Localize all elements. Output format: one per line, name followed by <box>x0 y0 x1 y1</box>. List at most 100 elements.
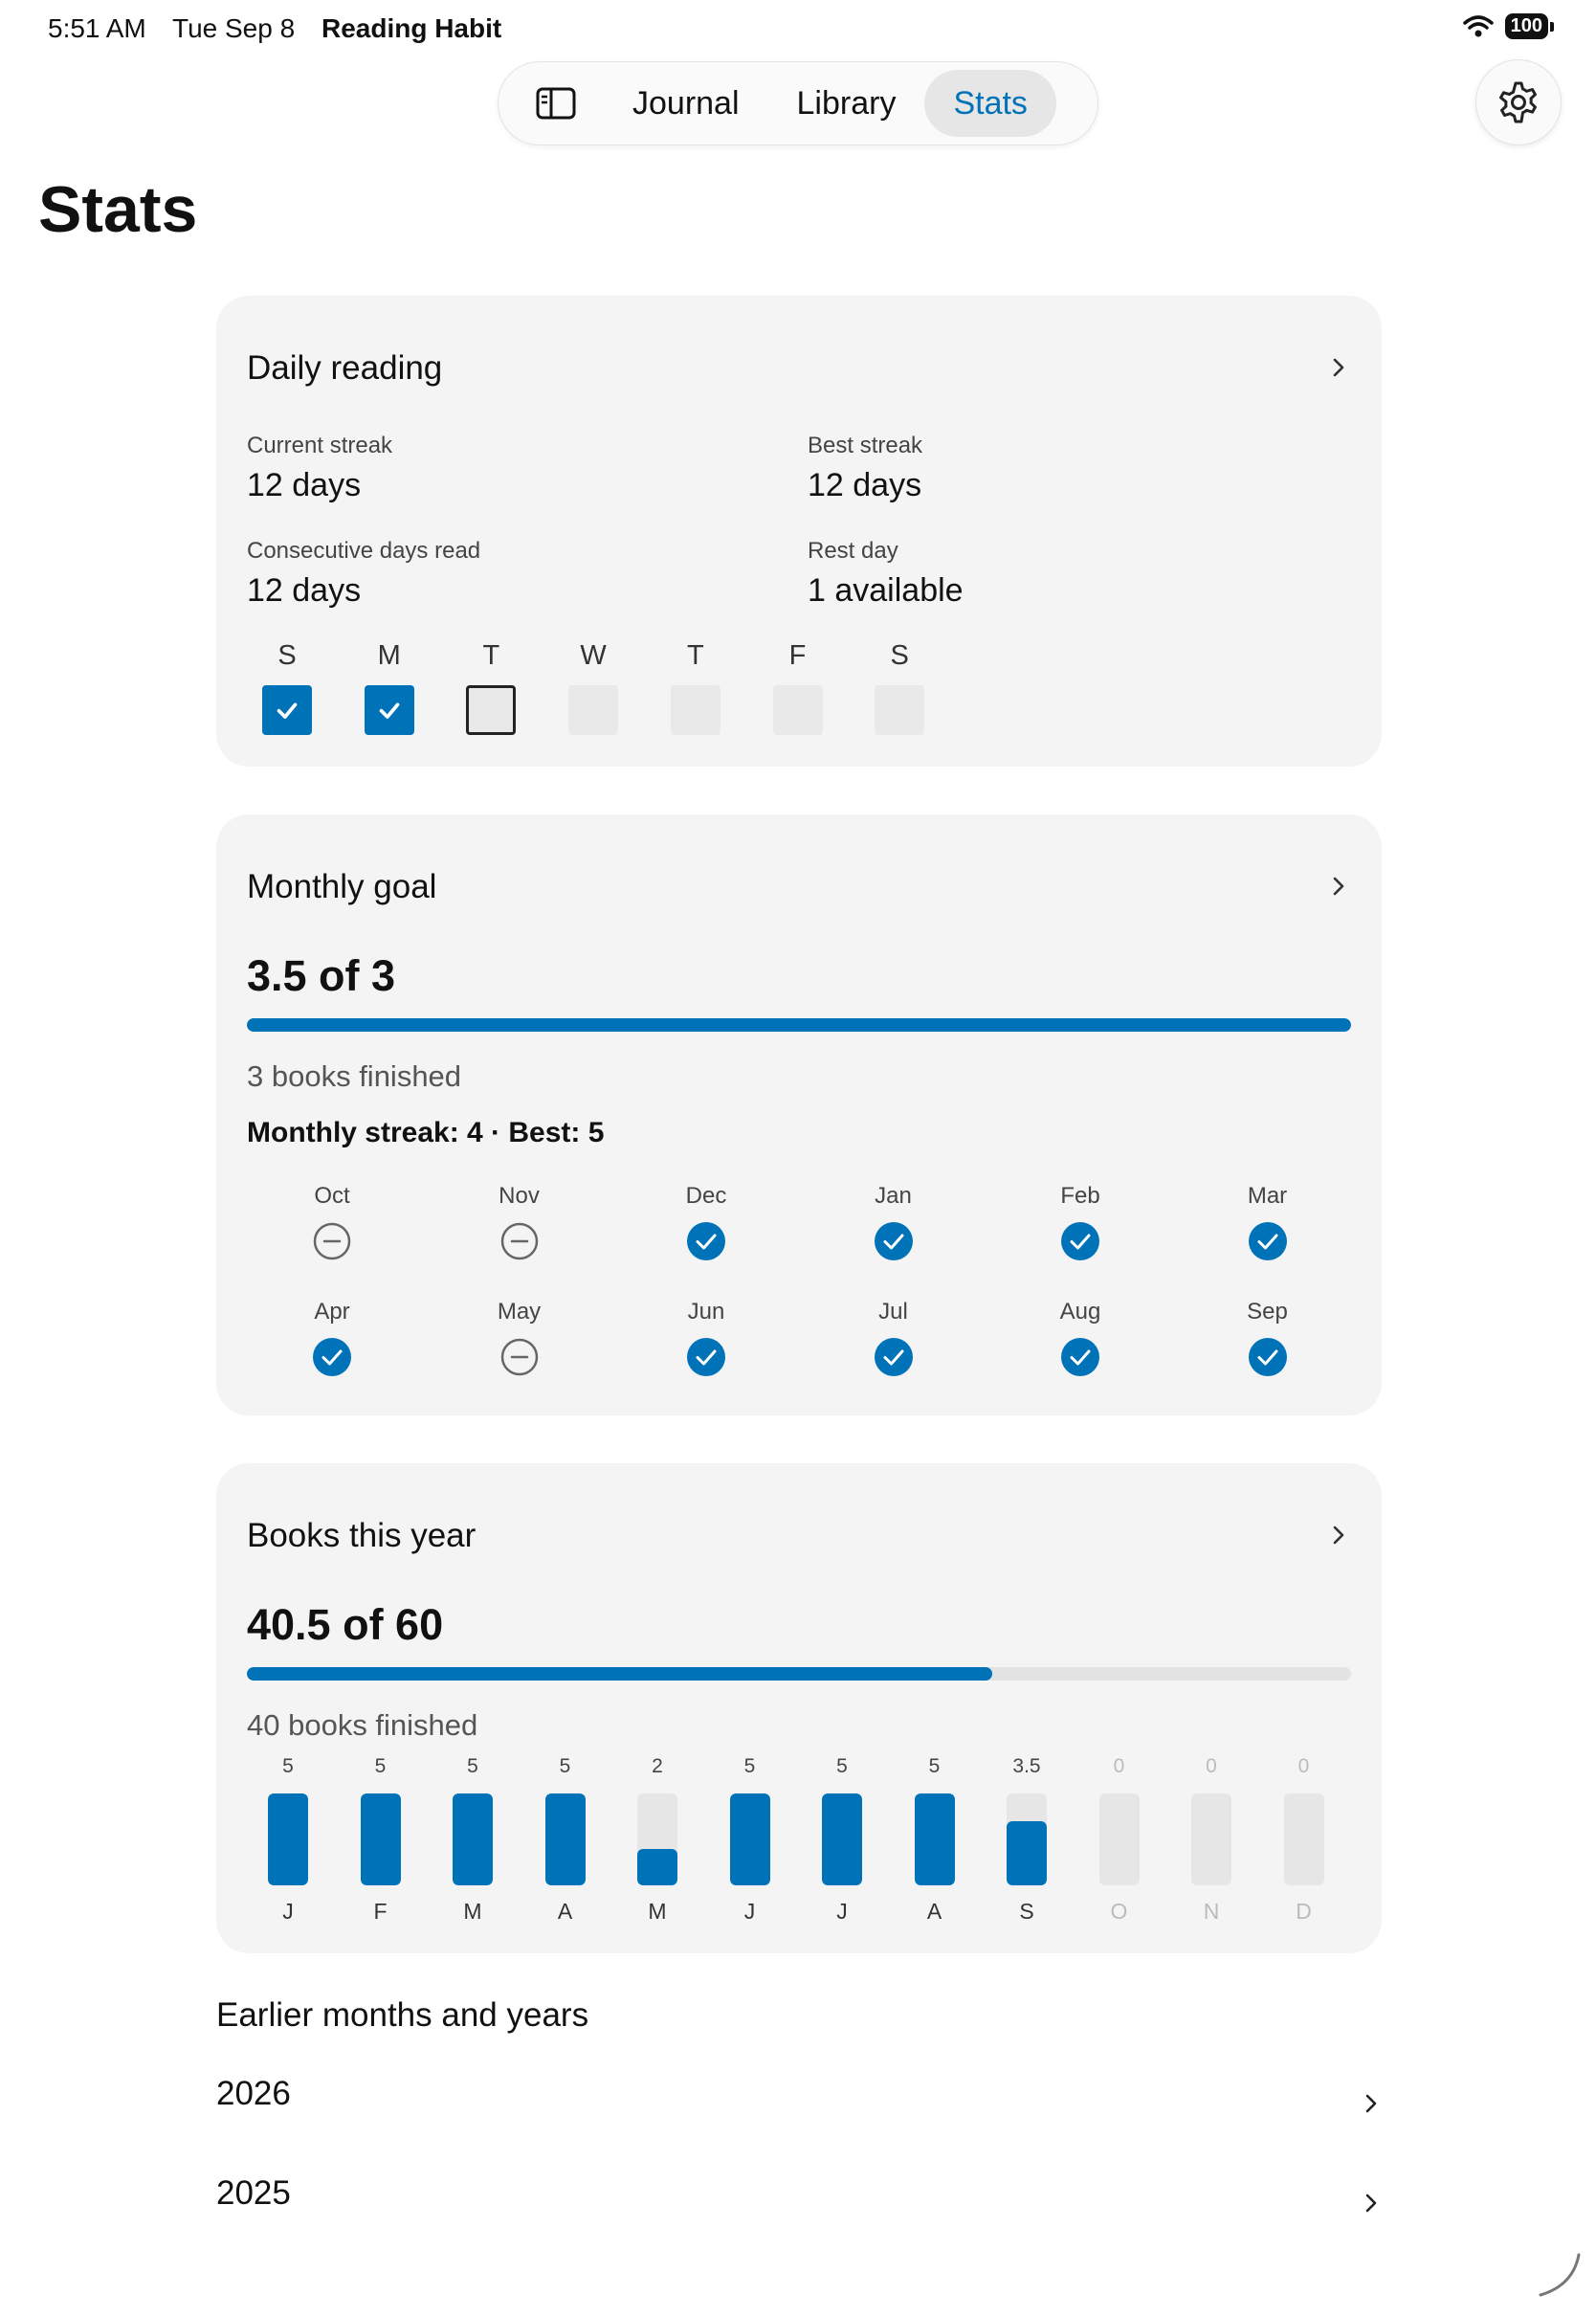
year-row-2026[interactable]: 2026 <box>216 2075 1382 2132</box>
day-checkbox-done[interactable] <box>364 685 414 735</box>
bar-value-label: 5 <box>282 1755 294 1777</box>
status-right: 100 <box>1462 13 1555 39</box>
weekday-label: T <box>482 640 500 671</box>
bar-column: 5F <box>360 1755 401 1937</box>
bar <box>637 1848 677 1885</box>
month-status-done: Jan <box>836 1183 951 1266</box>
gear-icon <box>1499 81 1537 123</box>
chevron-right-icon <box>1365 2094 1377 2113</box>
month-label: Jun <box>687 1299 725 1325</box>
month-label: May <box>497 1299 542 1325</box>
month-status-missed: May <box>462 1299 577 1382</box>
bar-column: 3.5 S <box>1007 1755 1047 1937</box>
bar-value-label: 0 <box>1113 1755 1125 1777</box>
minus-circle-icon <box>500 1222 538 1260</box>
bar-track <box>1191 1793 1231 1885</box>
weekday-label: S <box>277 640 297 671</box>
bar-column: 5J <box>822 1755 862 1937</box>
scroll-indicator[interactable] <box>1535 2251 1583 2299</box>
weekday-label: F <box>788 640 807 671</box>
bar-month-label: N <box>1203 1899 1220 1924</box>
bar-month-label: O <box>1110 1899 1128 1924</box>
tab-journal[interactable]: Journal <box>604 70 768 137</box>
year-label: 2026 <box>216 2075 291 2112</box>
books-year-progress-bar <box>247 1667 1351 1681</box>
books-year-progress-fill <box>247 1667 992 1681</box>
month-label: Nov <box>499 1183 540 1209</box>
daily-reading-title: Daily reading <box>247 349 443 387</box>
bar <box>729 1793 770 1885</box>
month-label: Apr <box>314 1299 350 1325</box>
status-left: 5:51 AM Tue Sep 8 Reading Habit <box>48 13 1548 44</box>
month-label: Feb <box>1060 1183 1100 1209</box>
monthly-books-finished: 3 books finished <box>247 1059 462 1093</box>
day-checkbox-done[interactable] <box>262 685 312 735</box>
tab-stats[interactable]: Stats <box>924 70 1056 137</box>
day-checkbox-today[interactable] <box>466 685 517 735</box>
minus-circle-icon <box>500 1338 538 1376</box>
monthly-goal-progress-bar <box>247 1018 1351 1032</box>
month-status-missed: Oct <box>275 1183 389 1266</box>
current-streak-value: 12 days <box>247 467 362 503</box>
month-label: Oct <box>314 1183 350 1209</box>
best-streak-value: 12 days <box>808 467 922 503</box>
status-time: 5:51 AM <box>48 13 146 43</box>
chevron-right-icon <box>1333 877 1344 896</box>
bar-track <box>729 1793 770 1885</box>
month-label: Sep <box>1247 1299 1288 1325</box>
weekday-label: S <box>890 640 909 671</box>
check-circle-icon <box>1061 1222 1099 1260</box>
bar-column: 5A <box>544 1755 586 1937</box>
checkmark-icon <box>379 702 400 719</box>
status-date: Tue Sep 8 <box>172 13 296 43</box>
bar-column: 0N <box>1191 1755 1231 1937</box>
day-checkbox-future <box>670 685 720 735</box>
month-status-done: Feb <box>1023 1183 1138 1266</box>
month-status-done: Mar <box>1210 1183 1325 1266</box>
check-circle-icon <box>874 1222 913 1260</box>
month-label: Mar <box>1247 1183 1288 1209</box>
books-this-year-card[interactable]: Books this year 40.5 of 60 40 books fini… <box>216 1463 1382 1953</box>
bar-value-label: 2 <box>652 1755 663 1777</box>
battery-indicator: 100 <box>1504 13 1555 39</box>
bar-track <box>637 1793 677 1885</box>
bar-month-label: J <box>836 1899 848 1924</box>
consecutive-days-label: Consecutive days read <box>247 538 481 564</box>
check-circle-icon <box>687 1338 725 1376</box>
bar <box>360 1793 401 1885</box>
tab-library[interactable]: Library <box>768 70 925 137</box>
monthly-goal-card[interactable]: Monthly goal 3.5 of 3 3 books finished M… <box>216 814 1382 1415</box>
status-bar: 5:51 AM Tue Sep 8 Reading Habit 100 <box>48 13 1555 52</box>
bar <box>544 1793 586 1885</box>
settings-button[interactable] <box>1475 59 1562 145</box>
bar-track <box>360 1793 401 1885</box>
bar-value-label: 5 <box>928 1755 941 1777</box>
daily-reading-card[interactable]: Daily reading Current streak 12 days Bes… <box>216 296 1382 767</box>
bar-track <box>1283 1793 1324 1885</box>
month-label: Dec <box>685 1183 727 1209</box>
year-row-2025[interactable]: 2025 <box>216 2174 1382 2232</box>
month-status-done: Sep <box>1210 1299 1325 1382</box>
check-circle-icon <box>687 1222 725 1260</box>
month-label: Jan <box>875 1183 912 1209</box>
rest-day-label: Rest day <box>808 538 898 564</box>
consecutive-days-value: 12 days <box>247 572 362 609</box>
bar-column: 5J <box>729 1755 770 1937</box>
sidebar-toggle-button[interactable] <box>508 70 604 137</box>
bar-column: 5A <box>914 1755 955 1937</box>
bar-value-label: 5 <box>467 1755 478 1777</box>
bar-month-label: M <box>463 1899 482 1924</box>
earlier-section-heading: Earlier months and years <box>216 1996 589 2034</box>
bar-column: 5M <box>453 1755 493 1937</box>
rest-day-value: 1 available <box>808 572 964 609</box>
checkmark-icon <box>277 702 298 719</box>
books-year-finished: 40 books finished <box>247 1708 478 1742</box>
bar-track <box>1007 1793 1047 1885</box>
bar-value-label: 5 <box>374 1755 387 1777</box>
bar <box>453 1793 493 1885</box>
check-circle-icon <box>1061 1338 1099 1376</box>
day-checkbox-future <box>875 685 925 735</box>
month-status-done: Jul <box>836 1299 951 1382</box>
bar-track <box>1098 1793 1140 1885</box>
minus-circle-icon <box>313 1222 351 1260</box>
